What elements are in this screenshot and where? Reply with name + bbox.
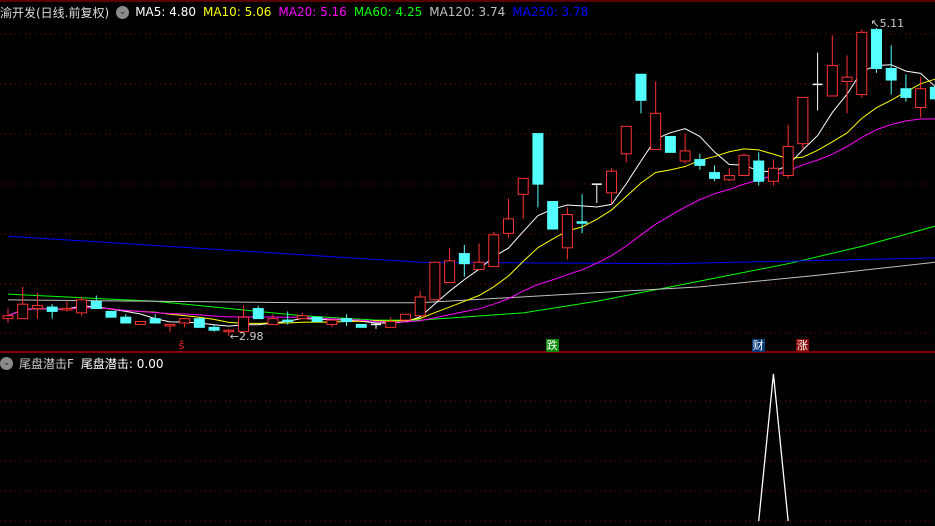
chevron-down-icon[interactable]: ⌄ <box>0 356 13 370</box>
indicator-header: ⌄ 尾盘潜击F 尾盘潜击: 0.00 <box>0 353 170 373</box>
candle-body <box>929 86 935 100</box>
stock-title: 渝开发(日线.前复权) <box>0 5 110 20</box>
indicator-spike <box>758 373 789 522</box>
signal-marker-die: 跌 <box>545 339 559 352</box>
candle-body <box>429 261 441 301</box>
ma20-label: MA20: 5.16 <box>278 5 347 19</box>
candle-body <box>90 300 102 310</box>
candle-body <box>267 318 279 325</box>
ma120-label: MA120: 3.74 <box>429 5 506 19</box>
candle-body <box>46 306 58 312</box>
ma10-line <box>7 78 935 324</box>
candle-body <box>458 253 470 265</box>
ma60-label: MA60: 4.25 <box>353 5 423 19</box>
candle-body <box>473 261 485 270</box>
candle-body <box>444 260 456 283</box>
candle-body <box>105 310 117 318</box>
candle-body <box>826 65 838 97</box>
low-price-label: ←2.98 <box>230 330 264 343</box>
chevron-down-icon[interactable]: ⌄ <box>116 5 130 19</box>
candle-body <box>915 88 927 109</box>
candle-body <box>296 315 308 320</box>
ma5-label: MA5: 4.80 <box>135 5 196 19</box>
candle-body <box>399 313 411 321</box>
candle-body <box>193 318 205 328</box>
candle-body <box>650 112 662 150</box>
candle-body <box>76 299 88 314</box>
candle-body <box>679 150 691 162</box>
candle-body <box>61 308 73 311</box>
candle-body <box>488 234 500 268</box>
candle-body <box>31 305 43 310</box>
signal-marker-zhang: 涨 <box>795 339 809 352</box>
candle-body <box>311 316 323 323</box>
candle-body <box>502 218 514 234</box>
candle-body <box>797 96 809 145</box>
candle-body <box>517 177 529 195</box>
candle-body <box>753 160 765 182</box>
candle-body <box>723 174 735 181</box>
candle-body <box>355 323 367 328</box>
candle-body <box>900 88 912 98</box>
signal-marker-s: ŝ <box>178 339 185 352</box>
candle-body <box>134 321 146 325</box>
candle-body <box>841 76 853 83</box>
candle-body <box>532 133 544 185</box>
candle-body <box>885 67 897 81</box>
signal-marker-cai: 财 <box>751 339 765 352</box>
candle-body <box>870 28 882 69</box>
ma60-line <box>7 225 935 321</box>
candle-body <box>561 214 573 249</box>
indicator-name[interactable]: 尾盘潜击F <box>19 355 74 372</box>
candle-body <box>414 296 426 317</box>
candle-body <box>547 201 559 230</box>
candle-body <box>606 170 618 194</box>
ma5-line <box>7 64 935 327</box>
candle-body <box>2 315 14 320</box>
candle-body <box>576 221 588 224</box>
candle-body <box>282 319 294 323</box>
ma20-line <box>7 118 935 323</box>
candle-body <box>208 326 220 331</box>
indicator-value: 尾盘潜击: 0.00 <box>80 356 164 371</box>
candle-body <box>252 308 264 320</box>
candle-body <box>738 154 750 176</box>
ma10-label: MA10: 5.06 <box>202 5 272 19</box>
main-header: 渝开发(日线.前复权) ⌄ MA5: 4.80 MA10: 5.06 MA20:… <box>0 2 595 22</box>
candle-body <box>620 125 632 155</box>
candle-body <box>782 146 794 176</box>
candle-body <box>179 318 191 324</box>
candle-body <box>326 319 338 325</box>
candle-body <box>856 31 868 96</box>
candle-body <box>694 159 706 166</box>
candle-body <box>17 303 29 320</box>
ma250-line <box>7 235 935 265</box>
ma250-label: MA250: 3.78 <box>512 5 589 19</box>
kline-chart[interactable]: ↖5.11 ←2.98 <box>0 0 935 526</box>
candle-body <box>385 321 397 328</box>
candle-body <box>635 73 647 101</box>
high-price-label: ↖5.11 <box>870 17 904 30</box>
candle-body <box>709 172 721 179</box>
candle-body <box>149 318 161 324</box>
ma120-line <box>7 261 935 304</box>
candle-body <box>341 318 353 323</box>
candle-body <box>767 167 779 182</box>
candle-body <box>120 316 132 324</box>
candle-body <box>164 323 176 327</box>
candle-body <box>664 135 676 153</box>
